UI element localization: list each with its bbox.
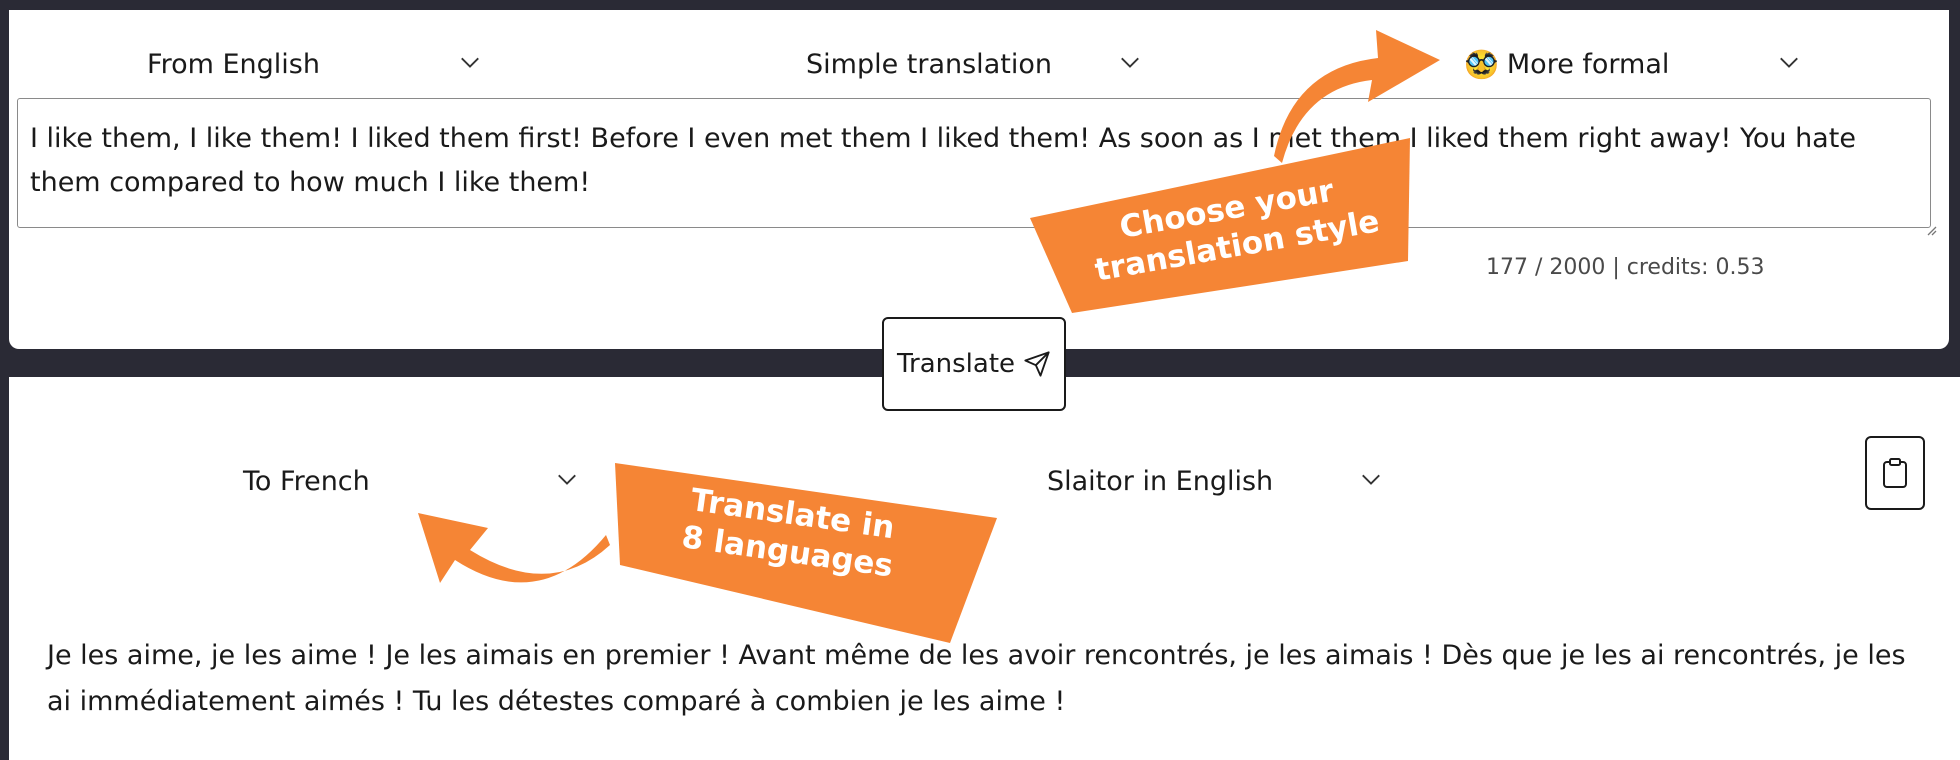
translate-button[interactable]: Translate	[882, 317, 1066, 411]
from-language-label: From English	[147, 48, 320, 80]
source-text-input[interactable]	[17, 98, 1931, 228]
translation-mode-label: Simple translation	[806, 48, 1052, 80]
translation-style-label: More formal	[1506, 48, 1670, 80]
resize-handle-icon[interactable]	[1925, 224, 1937, 236]
translation-mode-select[interactable]: Simple translation	[806, 42, 1146, 86]
character-counter: 177 / 2000 | credits: 0.53	[1486, 255, 1765, 280]
interface-language-label: Slaitor in English	[1047, 465, 1274, 497]
from-language-select[interactable]: From English	[147, 42, 487, 86]
chevron-down-icon	[1360, 468, 1382, 490]
clipboard-icon	[1883, 458, 1907, 488]
translation-style-select[interactable]: 🥸 More formal	[1464, 42, 1804, 86]
to-language-select[interactable]: To French	[243, 459, 583, 503]
translation-output: Je les aime, je les aime ! Je les aimais…	[47, 640, 1906, 717]
send-icon	[1024, 351, 1050, 377]
source-panel: From English Simple translation 🥸 More f…	[9, 10, 1949, 349]
chevron-down-icon	[1778, 51, 1800, 73]
chevron-down-icon	[556, 468, 578, 490]
copy-button[interactable]	[1865, 436, 1925, 510]
interface-language-select[interactable]: Slaitor in English	[1047, 459, 1407, 503]
translate-button-label: Translate	[896, 349, 1016, 379]
to-language-label: To French	[243, 465, 370, 497]
chevron-down-icon	[1119, 51, 1141, 73]
chevron-down-icon	[459, 51, 481, 73]
disguise-face-icon: 🥸	[1464, 47, 1499, 81]
